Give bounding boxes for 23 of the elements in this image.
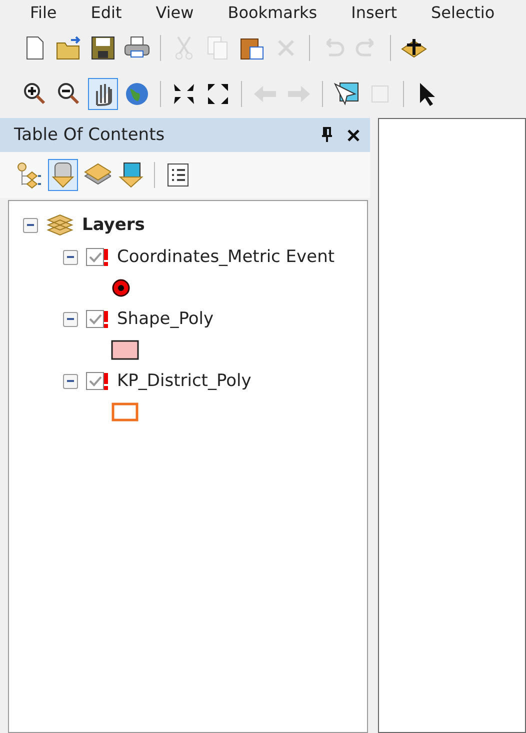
collapse-toggle[interactable] xyxy=(23,218,38,232)
menu-item[interactable]: Insert xyxy=(351,4,398,22)
list-by-source-icon[interactable] xyxy=(48,159,78,191)
layer-checkbox[interactable] xyxy=(86,248,104,266)
layer-checkbox[interactable] xyxy=(86,310,104,328)
panel-title: Table Of Contents xyxy=(14,125,165,145)
layer-name[interactable]: Coordinates_Metric Event xyxy=(117,247,335,267)
close-icon[interactable] xyxy=(347,128,360,142)
menu-item[interactable]: View xyxy=(156,4,194,22)
collapse-toggle[interactable] xyxy=(63,250,78,264)
menu-item[interactable]: Bookmarks xyxy=(228,4,318,22)
layers-stack-icon xyxy=(46,214,74,236)
hand-icon[interactable] xyxy=(88,78,118,110)
menu-item[interactable]: Selectio xyxy=(431,4,495,22)
collapse-toggle[interactable] xyxy=(63,374,78,388)
pin-icon[interactable] xyxy=(321,127,333,143)
layer-name[interactable]: Shape_Poly xyxy=(117,309,214,329)
menu-item[interactable]: File xyxy=(30,4,57,22)
menu-item[interactable]: Edit xyxy=(90,4,122,22)
layer-checkbox[interactable] xyxy=(86,372,104,390)
collapse-toggle[interactable] xyxy=(63,312,78,326)
layer-name[interactable]: KP_District_Poly xyxy=(117,371,252,391)
group-label: Layers xyxy=(82,215,145,235)
